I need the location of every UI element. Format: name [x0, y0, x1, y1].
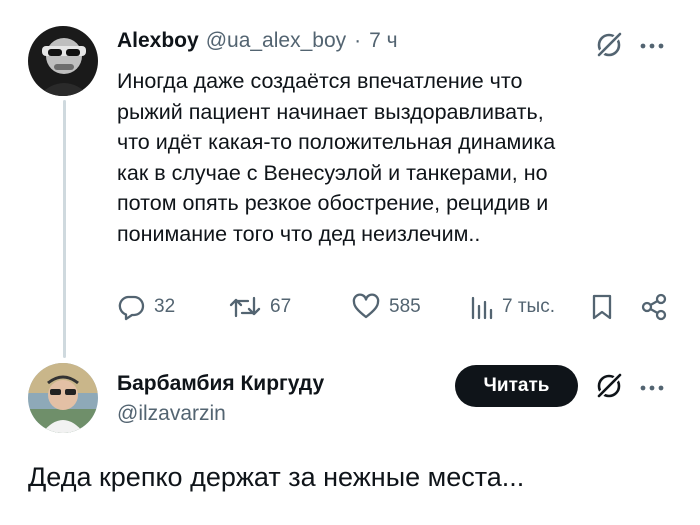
repost-button[interactable]: 67	[228, 292, 291, 322]
grok-slash-icon[interactable]	[594, 30, 624, 65]
share-icon	[641, 293, 667, 321]
tweet-text-line: рыжий пациент начинает выздоравливать,	[117, 99, 544, 124]
views-button[interactable]: 7 тыс.	[468, 292, 555, 322]
avatar-image	[28, 26, 98, 96]
bookmark-icon	[592, 294, 612, 320]
author-name[interactable]: Барбамбия Киргуду	[117, 372, 324, 396]
separator-dot: ·	[354, 29, 362, 52]
tweet1-text: Иногда даже создаётся впечатление что ры…	[117, 66, 677, 249]
like-count: 585	[389, 296, 421, 317]
more-dots-icon[interactable]	[639, 38, 665, 56]
tweet-text-line: понимание того что дед неизлечим..	[117, 221, 481, 246]
tweet-text-line: что идёт какая-то положительная динамика	[117, 130, 556, 154]
bookmark-button[interactable]	[590, 292, 614, 322]
more-dots-icon[interactable]	[639, 380, 665, 398]
tweet2-text: Деда крепко держат за нежные места...	[28, 462, 525, 492]
author-handle[interactable]: @ilzavarzin	[117, 402, 324, 426]
reply-button[interactable]: 32	[116, 292, 175, 322]
share-button[interactable]	[640, 292, 668, 322]
tweet-text-line: Иногда даже создаётся впечатление что	[117, 69, 523, 93]
author-handle[interactable]: @ua_alex_boy	[206, 29, 346, 53]
tweet-text-line: потом опять резкое обострение, рецидив и	[117, 191, 549, 215]
tweet2-author[interactable]: Барбамбия Киргуду @ilzavarzin	[117, 372, 324, 426]
avatar-image	[28, 363, 98, 433]
views-count: 7 тыс.	[502, 296, 555, 317]
grok-slash-icon[interactable]	[594, 371, 624, 406]
author-name[interactable]: Alexboy	[117, 29, 199, 53]
repost-count: 67	[270, 296, 292, 317]
repost-arrows-icon	[229, 296, 261, 318]
thread-line	[63, 100, 66, 358]
tweet-text-line: как в случае с Венесуэлой и танкерами, н…	[117, 160, 548, 185]
views-bars-icon	[471, 296, 493, 320]
avatar-barbambiya[interactable]	[28, 363, 98, 433]
reply-count: 32	[154, 296, 176, 317]
like-button[interactable]: 585	[351, 292, 421, 322]
tweet1-header: Alexboy @ua_alex_boy · 7 ч	[117, 29, 398, 53]
tweet-time[interactable]: 7 ч	[369, 29, 397, 53]
reply-bubble-icon	[118, 295, 145, 321]
avatar-alexboy[interactable]	[28, 26, 98, 96]
follow-button[interactable]: Читать	[455, 365, 578, 407]
heart-icon	[352, 293, 380, 319]
